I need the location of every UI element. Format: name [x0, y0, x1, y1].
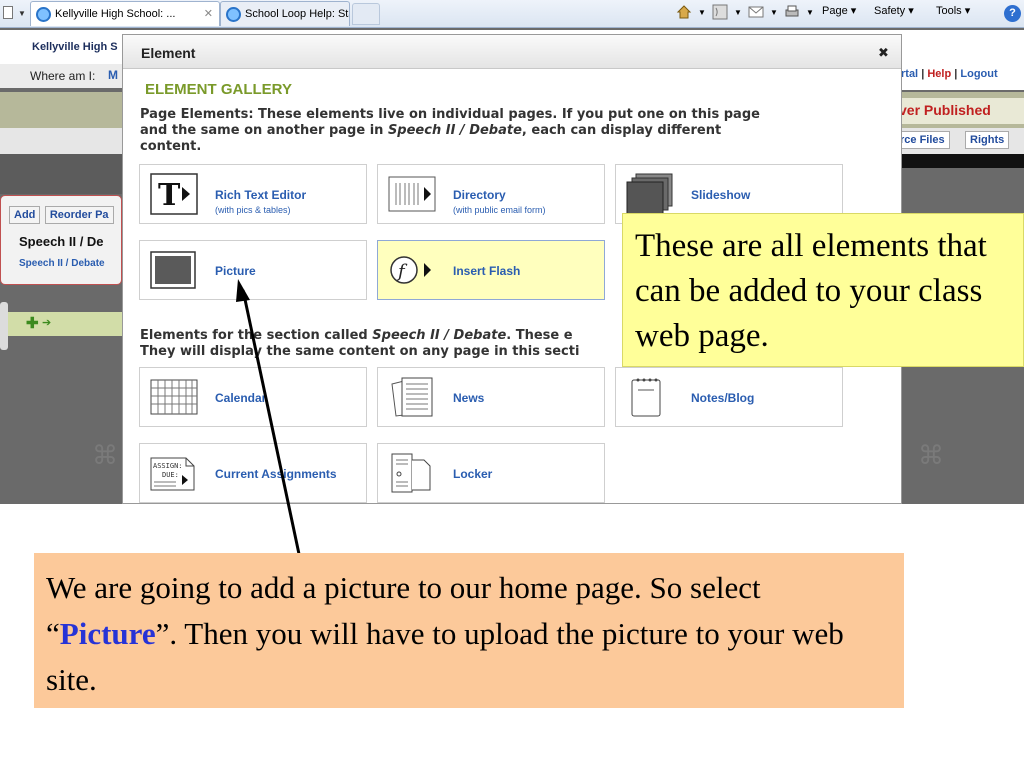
card-label: Current Assignments: [215, 467, 337, 481]
safety-menu[interactable]: Safety ▾: [874, 4, 914, 17]
section-link[interactable]: Speech II / Debate: [19, 258, 105, 269]
description-line: content.: [140, 139, 202, 154]
callout-text: ”. Then you will have to upload the pict…: [46, 616, 844, 697]
tab-rights[interactable]: Rights: [965, 131, 1010, 149]
link-separator: |: [954, 68, 958, 80]
ie-icon: [36, 7, 51, 22]
decorative-knot-icon: ⌘: [918, 440, 944, 470]
print-icon[interactable]: [784, 4, 800, 20]
card-label: Locker: [453, 467, 493, 481]
rich-text-icon: T: [150, 173, 198, 215]
card-sublabel: (with public email form): [453, 205, 546, 215]
arrow-right-icon: ➔: [42, 317, 52, 329]
element-card-calendar[interactable]: Calendar: [139, 367, 367, 427]
portal-link[interactable]: rtal: [901, 68, 918, 80]
assign-icon-text: ASSIGN:: [153, 462, 183, 470]
where-am-i-value[interactable]: M: [108, 68, 118, 82]
tab-list-icon[interactable]: [3, 6, 13, 19]
tab-schoolloop-help[interactable]: School Loop Help: Standar...: [220, 1, 350, 26]
feeds-icon[interactable]: [712, 4, 728, 20]
directory-icon: [388, 173, 436, 215]
tools-menu[interactable]: Tools ▾: [936, 4, 970, 17]
tab-kellyville[interactable]: Kellyville High School: ... ✕: [30, 1, 220, 26]
element-card-locker[interactable]: Locker: [377, 443, 605, 503]
due-icon-text: DUE:: [162, 471, 179, 479]
element-card-notes-blog[interactable]: Notes/Blog: [615, 367, 843, 427]
locker-icon: [388, 452, 436, 494]
card-label: Notes/Blog: [691, 391, 755, 405]
calendar-icon: [150, 376, 198, 418]
element-card-rich-text-editor[interactable]: T Rich Text Editor (with pics & tables): [139, 164, 367, 224]
tab-label: School Loop Help: Standar...: [245, 8, 349, 20]
chevron-down-icon[interactable]: ▼: [734, 8, 742, 17]
reorder-pages-button[interactable]: Reorder Pa: [44, 206, 114, 224]
element-card-news[interactable]: News: [377, 367, 605, 427]
help-icon[interactable]: ?: [1004, 5, 1021, 22]
card-label: Picture: [215, 264, 256, 278]
card-label: Insert Flash: [453, 264, 521, 278]
where-am-i-bar: Where am I: M: [0, 64, 122, 88]
card-label: Calendar: [215, 391, 267, 405]
card-label: News: [453, 391, 485, 405]
tab-resource-files[interactable]: rce Files: [895, 131, 950, 149]
add-page-icon[interactable]: ✚: [26, 314, 39, 332]
card-label: Rich Text Editor: [215, 188, 307, 202]
section-panel: Add Reorder Pa Speech II / De Speech II …: [0, 195, 122, 285]
element-card-current-assignments[interactable]: ASSIGN: DUE: Current Assignments: [139, 443, 367, 503]
card-label: Slideshow: [691, 188, 751, 202]
left-divider: [0, 154, 122, 194]
school-name[interactable]: Kellyville High S: [32, 41, 118, 53]
left-handle[interactable]: [0, 302, 8, 350]
dialog-title: Element: [141, 45, 196, 61]
right-header-panel: rtal | Help | Logout ver Published rce F…: [893, 60, 1024, 170]
ie-icon: [226, 7, 241, 22]
browser-tab-bar: ▼ Kellyville High School: ... ✕ School L…: [0, 0, 1024, 28]
description-line: and the same on another page in Speech I…: [140, 123, 722, 138]
chevron-down-icon[interactable]: ▼: [770, 8, 778, 17]
logout-link[interactable]: Logout: [960, 68, 997, 80]
notes-blog-icon: [626, 376, 674, 418]
slideshow-icon: [626, 173, 674, 215]
element-card-insert-flash[interactable]: f Insert Flash: [377, 240, 605, 300]
card-sublabel: (with pics & tables): [215, 205, 291, 215]
section-title: Speech II / De: [19, 234, 104, 249]
mail-icon[interactable]: [748, 4, 764, 20]
tab-label: Kellyville High School: ...: [55, 8, 176, 20]
published-status: ver Published: [899, 102, 991, 118]
callout-all-elements: These are all elements that can be added…: [622, 213, 1024, 367]
help-link[interactable]: Help: [927, 68, 951, 80]
card-label: Directory: [453, 188, 506, 202]
new-tab-button[interactable]: [352, 3, 380, 25]
callout-add-picture: We are going to add a picture to our hom…: [34, 553, 904, 708]
where-am-i-label: Where am I:: [30, 69, 96, 83]
gallery-heading: ELEMENT GALLERY: [145, 81, 292, 98]
page-menu[interactable]: Page ▾: [822, 4, 856, 17]
element-card-directory[interactable]: Directory (with public email form): [377, 164, 605, 224]
decorative-knot-icon: ⌘: [92, 440, 118, 470]
add-page-row: ✚ ➔: [8, 312, 122, 336]
assignments-icon: ASSIGN: DUE:: [150, 452, 198, 494]
chevron-down-icon[interactable]: ▼: [698, 8, 706, 17]
callout-highlight-picture: Picture: [59, 616, 156, 651]
page-elements-description: Page Elements: These elements live on in…: [140, 107, 860, 155]
svg-text:T: T: [158, 178, 181, 213]
description-line: Page Elements: These elements live on in…: [140, 107, 760, 122]
add-button[interactable]: Add: [9, 206, 41, 224]
link-separator: |: [921, 68, 925, 80]
dialog-header: Element ✖: [123, 35, 901, 69]
home-icon[interactable]: [676, 4, 692, 20]
element-card-picture[interactable]: Picture: [139, 240, 367, 300]
picture-icon: [150, 249, 198, 291]
close-tab-icon[interactable]: ✕: [204, 7, 213, 20]
chevron-down-icon[interactable]: ▼: [18, 9, 26, 18]
news-icon: [388, 376, 436, 418]
flash-icon: f: [388, 249, 436, 291]
close-icon[interactable]: ✖: [878, 45, 889, 61]
chevron-down-icon[interactable]: ▼: [806, 8, 814, 17]
